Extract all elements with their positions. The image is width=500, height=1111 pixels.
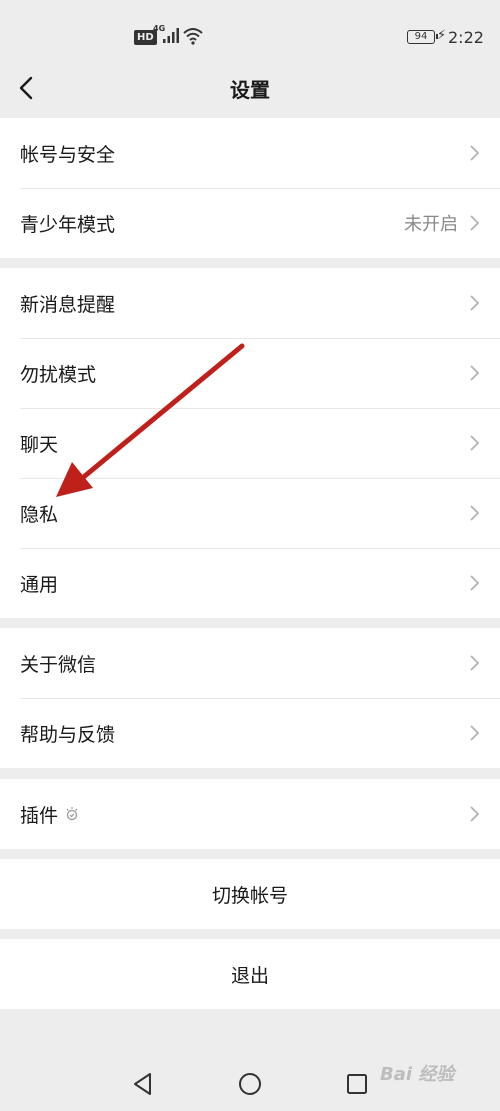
settings-item-label: 关于微信 xyxy=(20,653,97,676)
charging-icon: ⚡ xyxy=(437,28,447,43)
chevron-right-icon xyxy=(468,723,480,743)
settings-group-account: 帐号与安全 青少年模式 未开启 xyxy=(0,118,500,258)
settings-item-label: 插件 xyxy=(20,804,59,827)
chevron-right-icon xyxy=(468,213,480,233)
signal-icon xyxy=(163,28,179,43)
logout-label: 退出 xyxy=(230,964,269,987)
wifi-icon xyxy=(183,28,203,45)
chevron-right-icon xyxy=(468,433,480,453)
settings-item-label: 新消息提醒 xyxy=(20,293,116,316)
system-recent-apps-button[interactable] xyxy=(345,1072,369,1096)
switch-account-button[interactable]: 切换帐号 xyxy=(0,859,500,929)
settings-group-plugins: 插件 xyxy=(0,779,500,849)
settings-group-about: 关于微信 帮助与反馈 xyxy=(0,628,500,768)
settings-item-label: 青少年模式 xyxy=(20,213,116,236)
settings-group-general: 新消息提醒 勿扰模式 聊天 隐私 通用 xyxy=(0,268,500,618)
settings-item-notifications[interactable]: 新消息提醒 xyxy=(0,268,500,338)
system-home-button[interactable] xyxy=(237,1071,263,1097)
battery-icon: 94 xyxy=(407,30,438,44)
settings-item-label: 帮助与反馈 xyxy=(20,723,116,746)
system-back-button[interactable] xyxy=(130,1070,156,1098)
switch-account-label: 切换帐号 xyxy=(211,884,288,907)
chevron-right-icon xyxy=(468,653,480,673)
settings-item-label: 隐私 xyxy=(20,503,59,526)
chevron-right-icon xyxy=(468,804,480,824)
settings-item-chat[interactable]: 聊天 xyxy=(0,408,500,478)
plugin-icon xyxy=(66,807,78,821)
settings-item-account-security[interactable]: 帐号与安全 xyxy=(0,118,500,188)
settings-item-about-wechat[interactable]: 关于微信 xyxy=(0,628,500,698)
settings-item-do-not-disturb[interactable]: 勿扰模式 xyxy=(0,338,500,408)
status-bar: HD 4G 94 ⚡ 2:22 xyxy=(0,0,500,70)
settings-item-label: 勿扰模式 xyxy=(20,363,97,386)
logout-button[interactable]: 退出 xyxy=(0,939,500,1009)
chevron-right-icon xyxy=(468,143,480,163)
switch-account-group: 切换帐号 xyxy=(0,859,500,929)
settings-item-general[interactable]: 通用 xyxy=(0,548,500,618)
settings-item-plugins[interactable]: 插件 xyxy=(0,779,500,849)
clock: 2:22 xyxy=(448,28,484,47)
settings-item-label: 帐号与安全 xyxy=(20,143,116,166)
chevron-right-icon xyxy=(468,293,480,313)
watermark: Bai 经验 xyxy=(380,1064,455,1085)
chevron-right-icon xyxy=(468,363,480,383)
settings-item-label: 通用 xyxy=(20,573,59,596)
settings-item-label: 聊天 xyxy=(20,433,59,456)
settings-item-privacy[interactable]: 隐私 xyxy=(0,478,500,548)
settings-item-teen-mode[interactable]: 青少年模式 未开启 xyxy=(0,188,500,258)
logout-group: 退出 xyxy=(0,939,500,1009)
settings-item-help-feedback[interactable]: 帮助与反馈 xyxy=(0,698,500,768)
chevron-right-icon xyxy=(468,503,480,523)
teen-mode-status: 未开启 xyxy=(404,214,458,235)
chevron-right-icon xyxy=(468,573,480,593)
page-title: 设置 xyxy=(230,78,270,102)
